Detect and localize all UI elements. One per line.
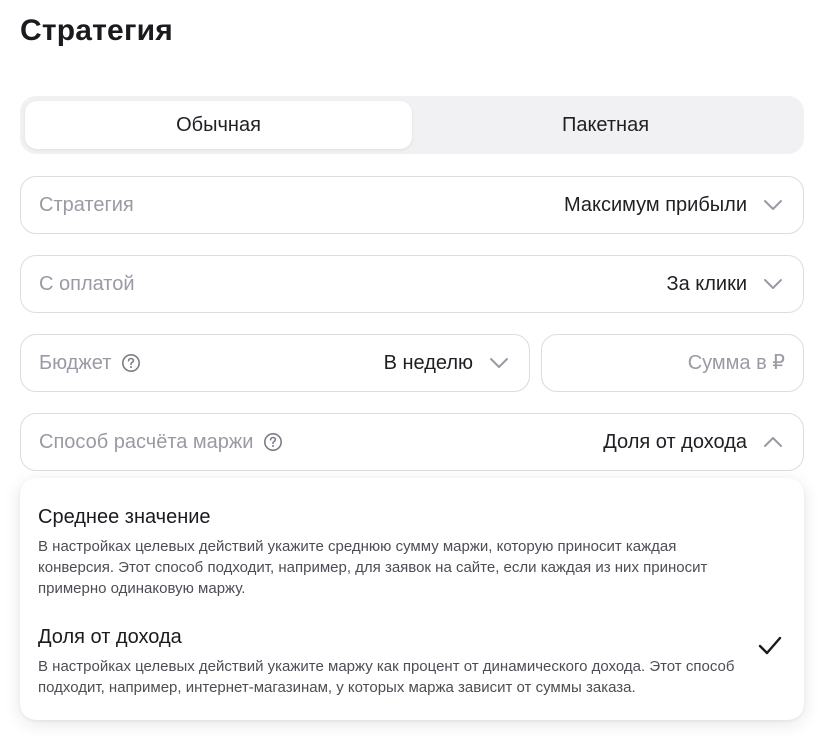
tab-regular[interactable]: Обычная	[25, 101, 412, 149]
budget-label-group: Бюджет	[39, 352, 141, 375]
budget-sum-field	[541, 334, 804, 392]
question-circle-icon[interactable]	[121, 353, 141, 373]
margin-method-value: Доля от дохода	[603, 430, 747, 453]
payment-select-label: С оплатой	[39, 272, 135, 295]
checkmark-icon	[758, 636, 782, 655]
option-description: В настройках целевых действий укажите ср…	[38, 538, 708, 597]
budget-period-value: В неделю	[383, 351, 473, 374]
margin-option-average[interactable]: Среднее значение В настройках целевых де…	[20, 506, 804, 599]
chevron-up-icon	[764, 437, 782, 447]
strategy-select[interactable]: Стратегия Максимум прибыли	[20, 176, 804, 234]
margin-option-revenue-share[interactable]: Доля от дохода В настройках целевых дейс…	[20, 626, 804, 698]
margin-label-group: Способ расчёта маржи	[39, 431, 283, 454]
budget-period-select[interactable]: Бюджет В неделю	[20, 334, 530, 392]
budget-sum-input[interactable]	[542, 335, 803, 391]
chevron-down-icon	[764, 200, 782, 210]
margin-method-select[interactable]: Способ расчёта маржи Доля от дохода	[20, 413, 804, 471]
option-title: Среднее значение	[38, 506, 211, 528]
strategy-select-label: Стратегия	[39, 193, 134, 216]
budget-label: Бюджет	[39, 351, 112, 374]
option-title: Доля от дохода	[38, 626, 182, 648]
payment-select-value: За клики	[666, 272, 748, 295]
question-circle-icon[interactable]	[263, 432, 283, 452]
option-description: В настройках целевых действий укажите ма…	[38, 658, 735, 696]
tab-package[interactable]: Пакетная	[412, 101, 799, 149]
page-title: Стратегия	[20, 14, 173, 47]
strategy-type-switch: Обычная Пакетная	[20, 96, 804, 154]
chevron-down-icon	[490, 358, 508, 368]
chevron-down-icon	[764, 279, 782, 289]
margin-method-dropdown: Среднее значение В настройках целевых де…	[20, 478, 804, 720]
strategy-select-value: Максимум прибыли	[563, 193, 747, 216]
margin-method-label: Способ расчёта маржи	[39, 430, 254, 453]
payment-select[interactable]: С оплатой За клики	[20, 255, 804, 313]
strategy-panel: Стратегия Обычная Пакетная Стратегия Мак…	[0, 0, 822, 738]
